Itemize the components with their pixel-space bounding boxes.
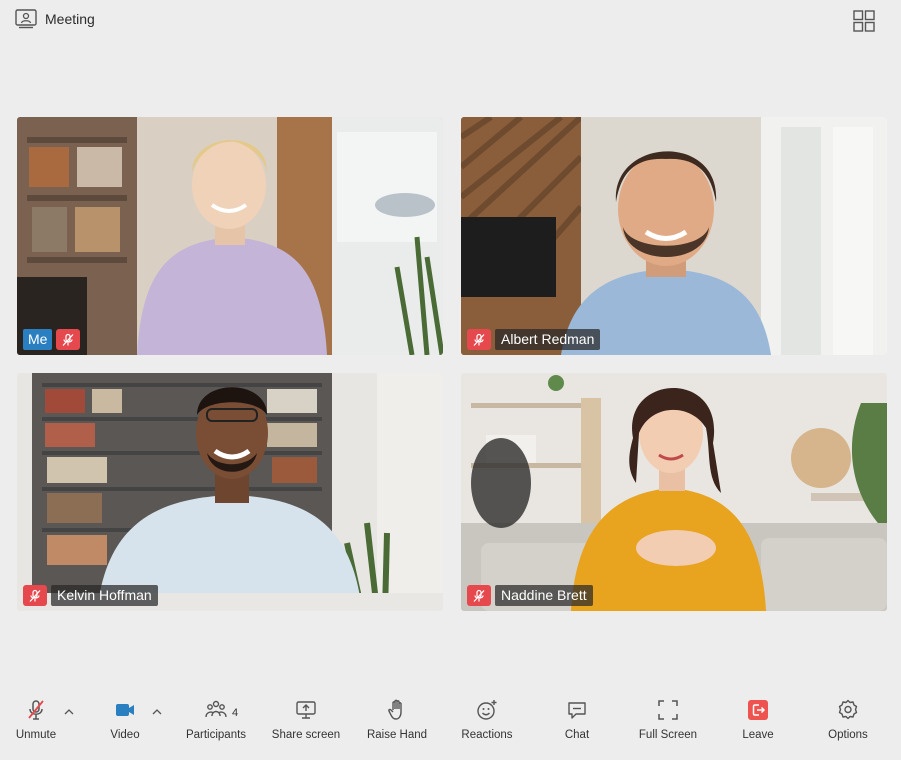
top-bar: Meeting [0,0,901,40]
share-screen-icon [296,701,316,719]
participant-name: Kelvin Hoffman [51,585,158,606]
mic-muted-icon [467,585,491,606]
audio-options-chevron-up-icon[interactable] [63,706,75,718]
participant-video [461,373,887,611]
video-tile-kelvin[interactable]: Kelvin Hoffman [17,373,443,611]
mic-muted-icon [56,329,81,350]
mic-off-icon [28,700,44,720]
participants-label: Participants [185,729,247,741]
participant-name: Naddine Brett [495,585,593,606]
video-grid: Me Albert Redman Kelvin Hoffman Naddine … [17,117,887,611]
unmute-label: Unmute [15,729,57,741]
tile-label: Kelvin Hoffman [23,585,158,606]
full-screen-button[interactable]: Full Screen [623,698,713,748]
participants-button[interactable]: 4 Participants [171,698,261,748]
raise-hand-button[interactable]: Raise Hand [352,698,442,748]
meeting-toolbar: Unmute Video 4 Participants Share screen… [0,690,901,760]
self-badge: Me [23,329,53,350]
video-tile-naddine[interactable]: Naddine Brett [461,373,887,611]
chat-label: Chat [564,729,590,741]
video-options-chevron-up-icon[interactable] [151,706,163,718]
reactions-button[interactable]: Reactions [442,698,532,748]
participants-count: 4 [232,707,239,719]
video-label: Video [110,729,140,741]
tile-label: Me [23,329,81,350]
page-title: Meeting [45,11,95,27]
tile-label: Naddine Brett [467,585,593,606]
options-button[interactable]: Options [803,698,893,748]
leave-button[interactable]: Leave [713,698,803,748]
reactions-label: Reactions [461,729,513,741]
meeting-title: Meeting [15,9,95,29]
chat-icon [568,702,586,719]
participant-name: Albert Redman [495,329,601,350]
gear-icon [838,699,858,720]
options-label: Options [828,729,868,741]
participant-video [17,117,443,355]
mic-muted-icon [467,329,491,350]
video-tile-self[interactable]: Me [17,117,443,355]
grid-layout-icon[interactable] [853,10,875,32]
participant-video [17,373,443,611]
full-screen-label: Full Screen [638,729,698,741]
leave-label: Leave [742,729,774,741]
share-screen-button[interactable]: Share screen [261,698,351,748]
participant-video [461,117,887,355]
participants-icon [205,700,227,718]
tile-label: Albert Redman [467,329,601,350]
video-tile-albert[interactable]: Albert Redman [461,117,887,355]
video-camera-icon [116,704,134,716]
chat-button[interactable]: Chat [532,698,622,748]
hand-icon [388,699,402,720]
share-screen-label: Share screen [271,729,341,741]
leave-icon [748,700,768,720]
presenter-icon [15,9,37,29]
mic-muted-icon [23,585,47,606]
raise-hand-label: Raise Hand [366,729,428,741]
fullscreen-icon [658,700,678,720]
emoji-icon [477,700,497,720]
